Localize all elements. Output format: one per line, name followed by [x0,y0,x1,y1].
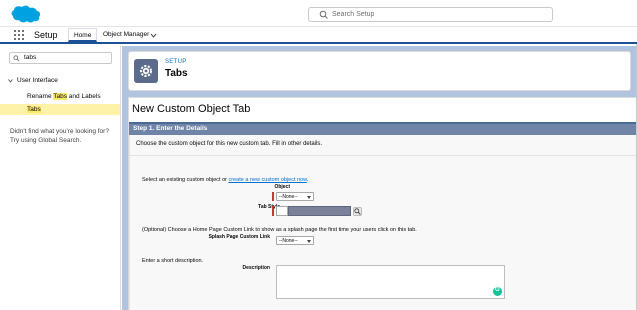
global-header: Search Setup [0,0,637,27]
splash-page-label: Splash Page Custom Link [208,234,270,240]
chevron-down-icon[interactable] [150,33,157,38]
app-nav-bar: Setup Home Object Manager [0,27,637,44]
quick-find-value: tabs [24,54,37,61]
description-label: Description [242,265,270,271]
app-launcher-icon[interactable] [14,30,25,41]
tab-home[interactable]: Home [68,28,98,42]
sidebar-item-tabs[interactable]: Tabs [0,104,120,115]
create-custom-object-link[interactable]: create a new custom object now [229,177,307,183]
grammarly-icon[interactable]: G [493,287,502,296]
global-search-input[interactable]: Search Setup [308,7,553,22]
object-select-prompt: Select an existing custom object or crea… [142,177,309,183]
object-select[interactable]: --None-- [276,192,314,201]
splash-page-prompt: (Optional) Choose a Home Page Custom Lin… [142,227,417,233]
splash-page-select[interactable]: --None-- [276,236,314,245]
step-header: Step 1. Enter the Details [129,122,637,135]
object-label: Object [274,184,290,190]
main-content: SETUP Tabs New Custom Object Tab Step 1.… [122,46,637,310]
lookup-icon[interactable] [353,207,362,216]
page-title: Tabs [165,68,188,79]
tab-style-swatch [288,206,351,216]
description-prompt: Enter a short description. [142,258,204,264]
form-title: New Custom Object Tab [132,103,251,115]
sidebar-item-rename-tabs[interactable]: Rename Tabs and Labels [0,91,120,102]
search-icon [319,10,328,19]
step-body: Choose the custom object for this new cu… [129,135,637,310]
tab-object-manager[interactable]: Object Manager [98,28,154,42]
salesforce-cloud-logo[interactable] [10,5,40,23]
search-icon [13,55,20,62]
divider [130,155,637,156]
gear-icon [134,59,158,83]
setup-sidebar: tabs User Interface Rename Tabs and Labe… [0,46,121,310]
page-header: SETUP Tabs [128,51,631,91]
required-indicator [272,192,274,201]
quick-find-input[interactable]: tabs [9,52,112,64]
sidebar-group-user-interface[interactable]: User Interface [7,77,58,84]
tab-style-input[interactable] [276,206,288,216]
chevron-down-icon [307,240,311,243]
step-intro: Choose the custom object for this new cu… [136,141,323,147]
required-indicator [272,206,274,216]
header-section-label: SETUP [165,59,187,65]
description-textarea[interactable]: G [276,265,505,299]
search-placeholder: Search Setup [332,11,375,18]
chevron-down-icon [307,196,311,199]
global-search-hint: Didn't find what you're looking for? Try… [10,128,109,144]
form-panel: New Custom Object Tab Step 1. Enter the … [128,97,637,310]
app-name: Setup [34,30,58,40]
